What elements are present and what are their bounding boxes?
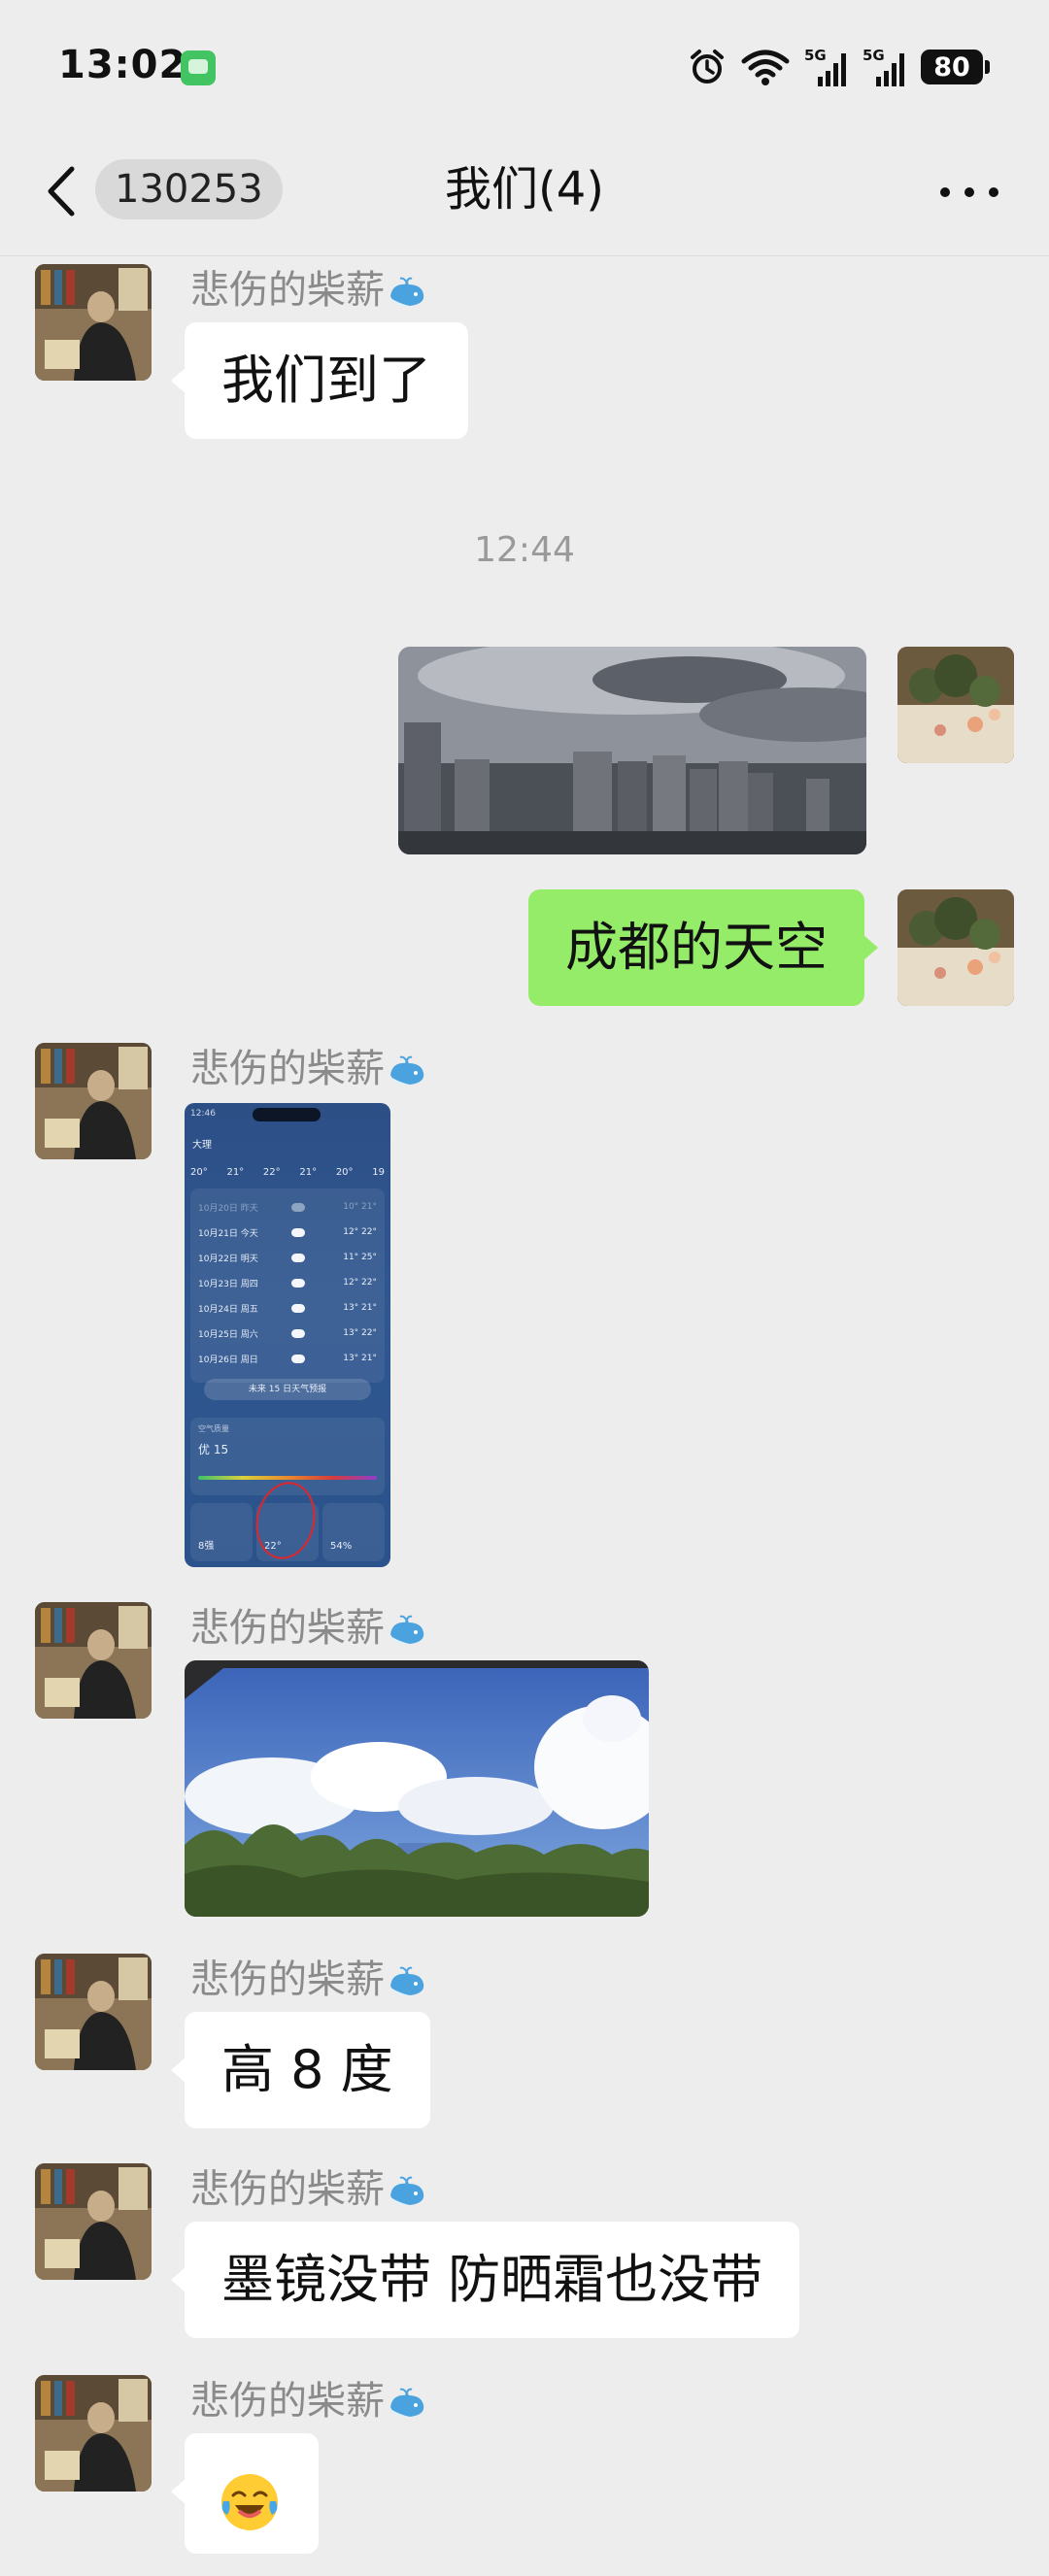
cloud-icon xyxy=(291,1278,305,1288)
forecast-row: 10月25日 周六 13° 22° xyxy=(198,1328,377,1340)
avatar-flowers-image xyxy=(897,647,1014,763)
avatar-portrait-image xyxy=(35,1043,152,1159)
humidity-card: 54% xyxy=(322,1503,385,1561)
avatar-sender[interactable] xyxy=(35,2163,152,2280)
chat-header: 130253 我们(4) xyxy=(0,136,1049,256)
avatar-flowers-image xyxy=(897,889,1014,1006)
whale-emoji-icon xyxy=(390,2388,424,2418)
avatar-portrait-image xyxy=(35,264,152,381)
message-bubble[interactable]: 高 8 度 xyxy=(171,2012,430,2128)
avatar-portrait-image xyxy=(35,2375,152,2492)
avatar-me[interactable] xyxy=(897,647,1014,763)
sender-name: 悲伤的柴薪 xyxy=(190,266,429,315)
whale-emoji-icon xyxy=(390,277,424,307)
sender-name: 悲伤的柴薪 xyxy=(190,1956,429,2004)
daily-forecast-list: 10月20日 昨天 10° 21° 10月21日 今天 12° 22° 10月22日… xyxy=(190,1188,385,1383)
forecast-row: 10月26日 周日 13° 21° xyxy=(198,1354,377,1365)
avatar-portrait-image xyxy=(35,2163,152,2280)
status-bar: 13:02 5G 5G 80 xyxy=(0,0,1049,136)
message-timestamp: 12:44 xyxy=(474,530,575,570)
blue-sky-trees-photo xyxy=(185,1660,649,1917)
wifi-icon xyxy=(741,50,790,85)
status-icons: 5G 5G 80 xyxy=(688,43,990,91)
weather-city: 大理 xyxy=(192,1140,212,1151)
cloud-icon xyxy=(291,1227,305,1237)
whale-emoji-icon xyxy=(390,2176,424,2206)
weather-status-time: 12:46 xyxy=(190,1109,216,1119)
unread-count-badge[interactable]: 130253 xyxy=(95,159,283,219)
message-bubble[interactable]: 墨镜没带 防晒霜也没带 xyxy=(170,2222,800,2338)
forecast-row: 10月23日 周四 12° 22° xyxy=(198,1278,377,1289)
avatar-me[interactable] xyxy=(897,889,1014,1006)
cloud-icon xyxy=(291,1354,305,1363)
cloud-icon xyxy=(291,1303,305,1313)
more-options-button[interactable] xyxy=(940,183,998,202)
whale-emoji-icon xyxy=(390,1966,424,1996)
alarm-icon xyxy=(691,50,724,84)
forecast-row: 10月21日 今天 12° 22° xyxy=(198,1227,377,1239)
cloud-icon xyxy=(291,1328,305,1338)
sender-name: 悲伤的柴薪 xyxy=(190,2165,429,2214)
status-time: 13:02 xyxy=(58,43,187,87)
avatar-portrait-image xyxy=(35,1602,152,1719)
phone-notch xyxy=(253,1108,321,1121)
chevron-left-icon xyxy=(48,166,75,217)
sender-name: 悲伤的柴薪 xyxy=(190,2377,429,2425)
signal-label: 5G xyxy=(804,47,827,64)
whale-emoji-icon xyxy=(390,1615,424,1645)
battery-icon: 80 xyxy=(921,50,990,84)
message-notification-icon xyxy=(181,50,216,85)
image-message-weather-screenshot[interactable]: 12:46 大理 20° 21° 22° 21° 20° 19 10月20日 昨天 10° … xyxy=(185,1103,390,1567)
image-message-cloudy-city[interactable] xyxy=(398,647,866,854)
signal-5g-icon: 5G xyxy=(863,47,904,86)
sender-name: 悲伤的柴薪 xyxy=(190,1045,429,1093)
uv-card: 8强 xyxy=(190,1503,253,1561)
forecast-row: 10月24日 周五 13° 21° xyxy=(198,1303,377,1315)
cloud-icon xyxy=(291,1202,305,1212)
aqi-scale-bar xyxy=(198,1476,377,1480)
avatar-sender[interactable] xyxy=(35,1043,152,1159)
avatar-sender[interactable] xyxy=(35,1954,152,2070)
signal-label: 5G xyxy=(863,47,885,64)
avatar-sender[interactable] xyxy=(35,2375,152,2492)
avatar-sender[interactable] xyxy=(35,1602,152,1719)
sender-name: 悲伤的柴薪 xyxy=(190,1604,429,1653)
message-bubble-mine[interactable]: 成都的天空 xyxy=(528,889,878,1006)
message-bubble[interactable]: 我们到了 xyxy=(171,322,468,439)
image-message-blue-sky[interactable] xyxy=(185,1660,649,1917)
cloud-icon xyxy=(291,1253,305,1262)
cloudy-city-photo xyxy=(398,647,866,854)
battery-level: 80 xyxy=(933,51,970,83)
forecast-row: 10月20日 昨天 10° 21° xyxy=(198,1202,377,1214)
back-button[interactable] xyxy=(39,157,87,225)
dot-icon xyxy=(989,187,998,197)
crying-laughing-emoji-icon xyxy=(221,2474,278,2530)
avatar-sender[interactable] xyxy=(35,264,152,381)
signal-5g-icon: 5G xyxy=(804,47,846,86)
forecast-15-day-label: 未来 15 日天气预报 xyxy=(204,1379,371,1400)
hourly-temps: 20° 21° 22° 21° 20° 19 xyxy=(190,1167,385,1178)
avatar-portrait-image xyxy=(35,1954,152,2070)
whale-emoji-icon xyxy=(390,1055,424,1086)
dot-icon xyxy=(964,187,974,197)
forecast-row: 10月22日 明天 11° 25° xyxy=(198,1253,377,1264)
dot-icon xyxy=(940,187,950,197)
